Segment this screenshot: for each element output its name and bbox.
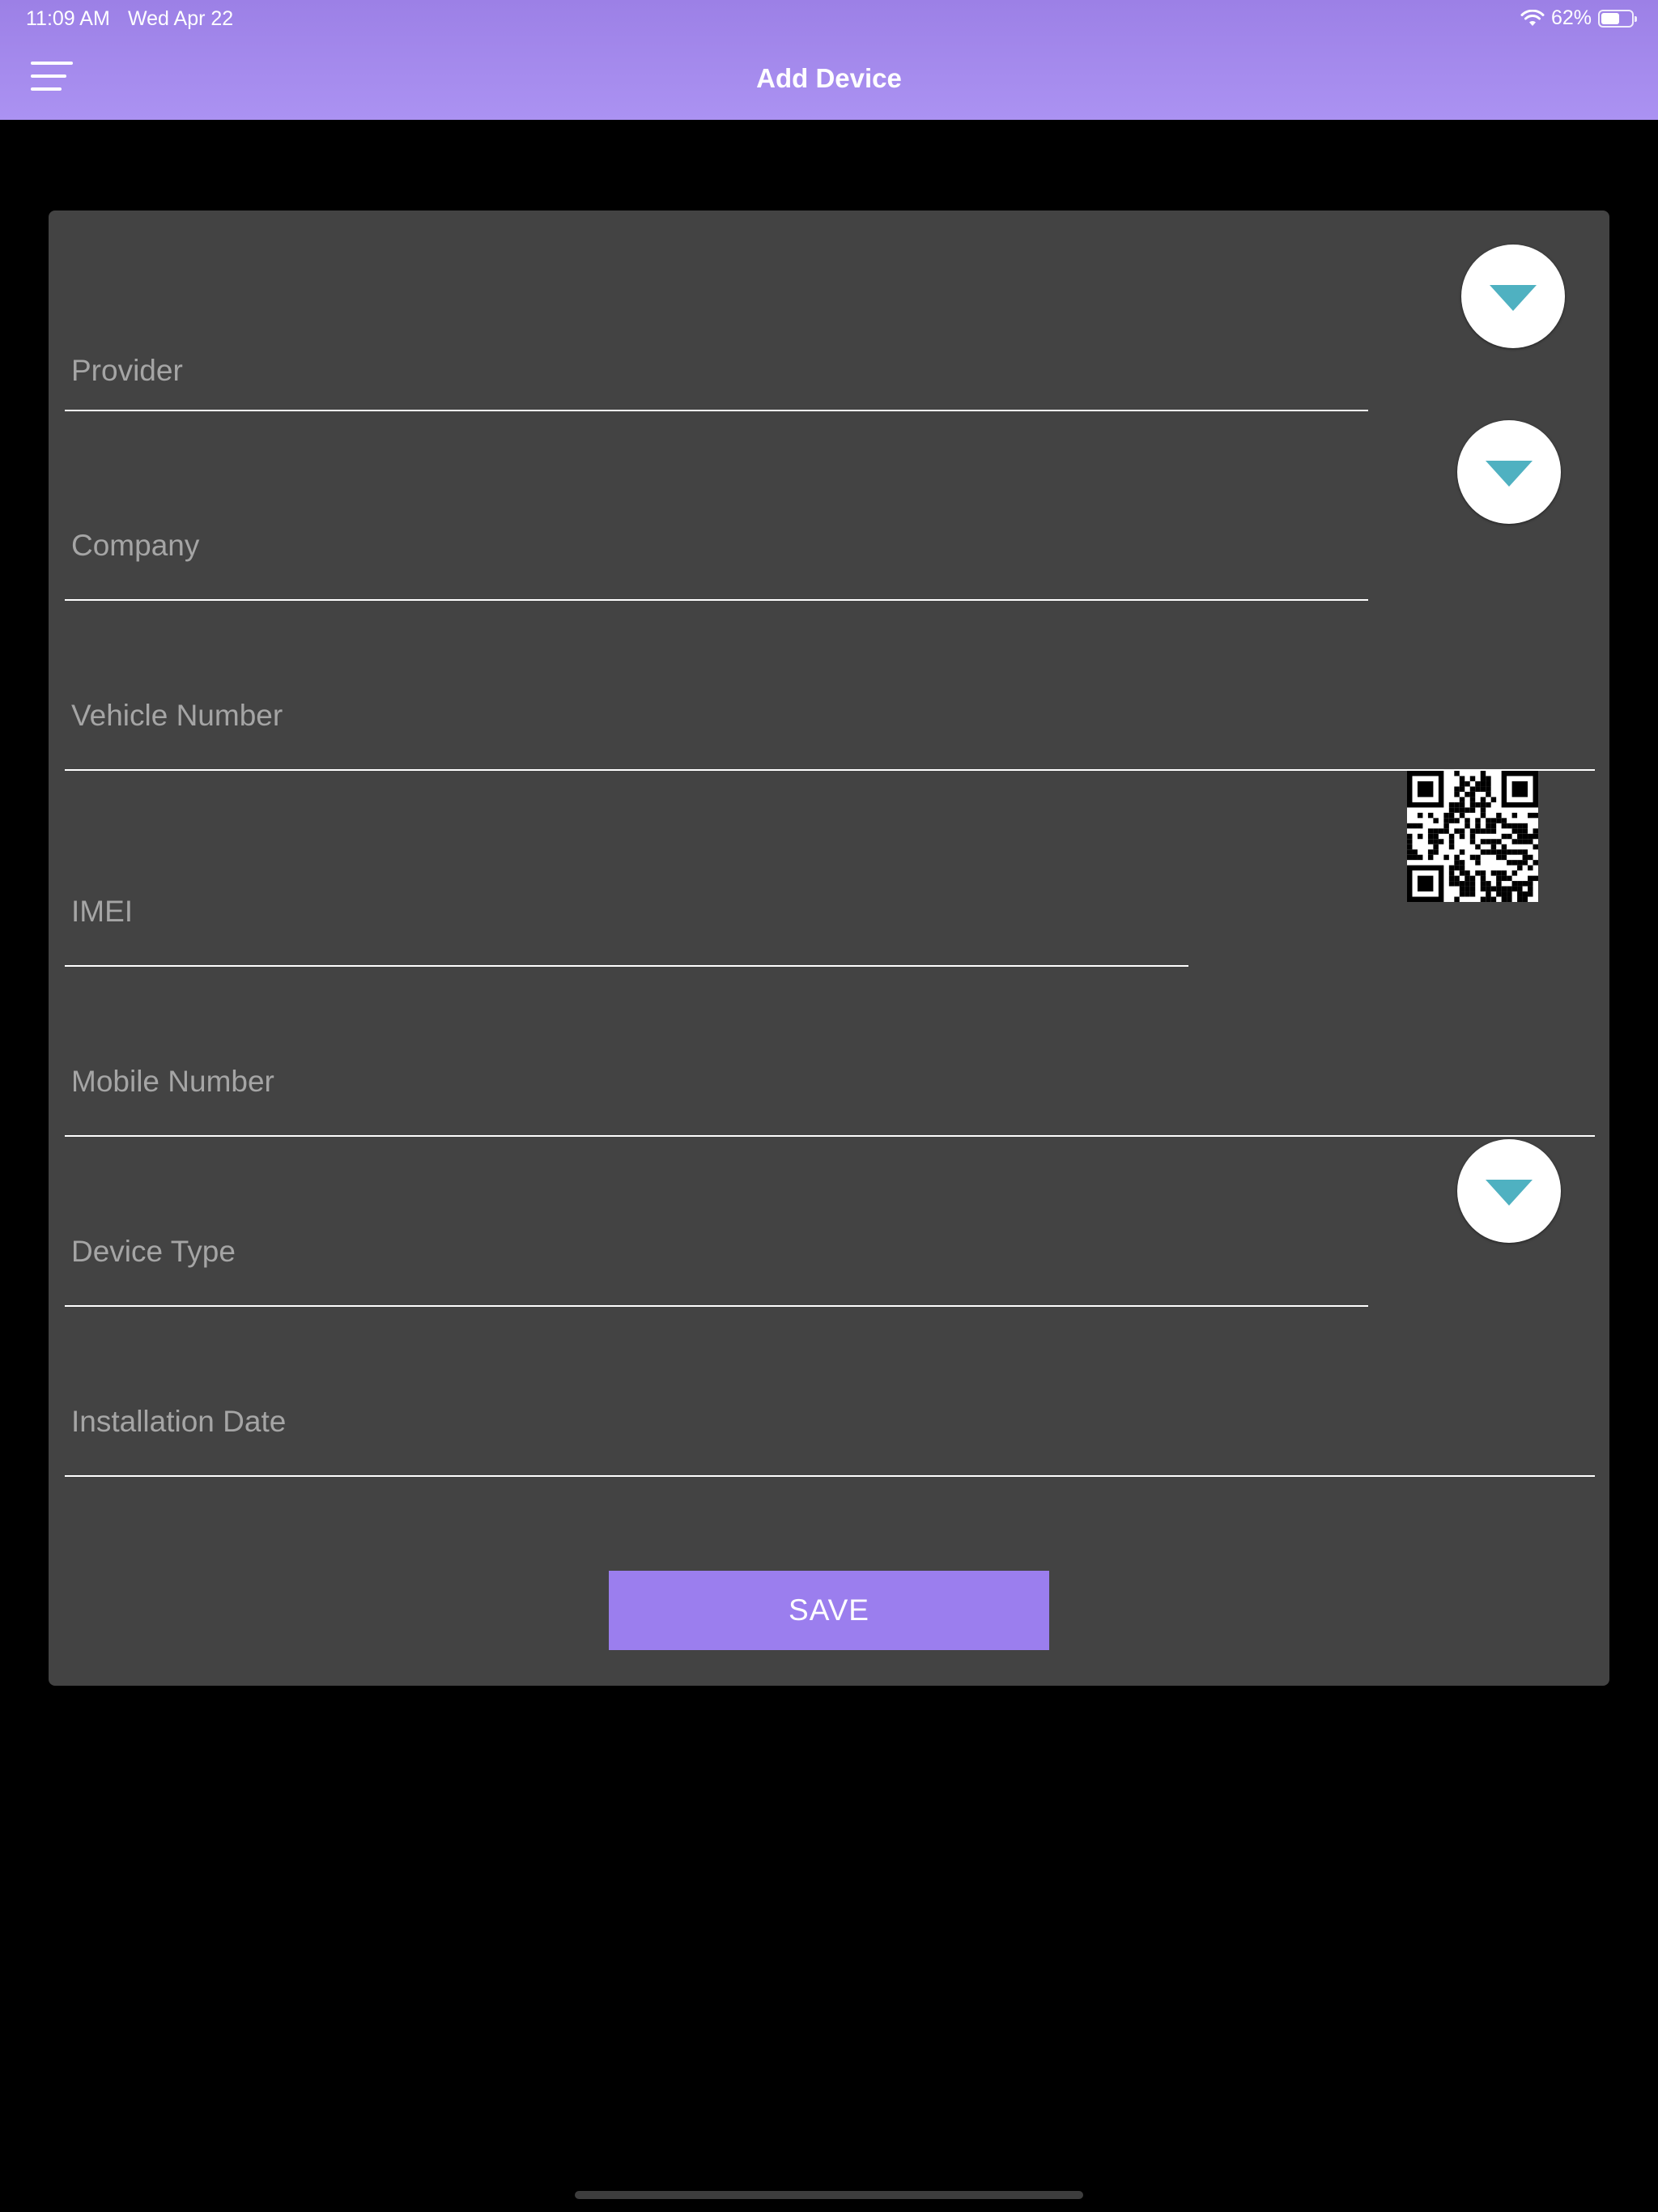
company-input[interactable] bbox=[71, 525, 1362, 567]
mobile-number-field bbox=[65, 1014, 1595, 1137]
qr-scan-button[interactable] bbox=[1407, 771, 1538, 902]
imei-input[interactable] bbox=[71, 891, 1182, 933]
page-title: Add Device bbox=[756, 63, 902, 93]
status-bar: 11:09 AM Wed Apr 22 62% bbox=[0, 0, 1658, 39]
company-dropdown-button[interactable] bbox=[1457, 420, 1561, 524]
status-time: 11:09 AM bbox=[26, 7, 110, 30]
battery-percentage: 62% bbox=[1550, 6, 1592, 29]
qr-code-icon bbox=[1407, 771, 1538, 902]
app-header: 11:09 AM Wed Apr 22 62% Add Device bbox=[0, 0, 1658, 120]
battery-cap bbox=[1635, 15, 1637, 22]
home-indicator bbox=[575, 2191, 1083, 2199]
status-indicators: 62% bbox=[1520, 6, 1637, 30]
add-device-form: SAVE bbox=[49, 211, 1609, 1686]
vehicle-number-input[interactable] bbox=[71, 695, 1588, 737]
device-type-dropdown-button[interactable] bbox=[1457, 1139, 1561, 1243]
battery-level-fill bbox=[1601, 12, 1620, 24]
installation-date-input[interactable] bbox=[71, 1401, 1588, 1443]
caret-down-icon bbox=[1486, 1180, 1533, 1206]
wifi-icon bbox=[1520, 9, 1545, 28]
status-date: Wed Apr 22 bbox=[128, 7, 234, 30]
device-type-input[interactable] bbox=[71, 1231, 1362, 1273]
installation-date-field bbox=[65, 1354, 1595, 1477]
imei-field bbox=[65, 844, 1188, 967]
battery-icon bbox=[1598, 9, 1637, 28]
caret-down-icon bbox=[1490, 285, 1537, 311]
caret-down-icon bbox=[1486, 461, 1533, 487]
company-field bbox=[65, 478, 1368, 601]
vehicle-number-field bbox=[65, 648, 1595, 771]
provider-field-line bbox=[65, 332, 1368, 411]
provider-input[interactable] bbox=[71, 350, 1362, 392]
mobile-number-input[interactable] bbox=[71, 1061, 1588, 1103]
save-button[interactable]: SAVE bbox=[609, 1571, 1049, 1650]
provider-dropdown-button[interactable] bbox=[1461, 245, 1565, 348]
device-type-field bbox=[65, 1184, 1368, 1307]
